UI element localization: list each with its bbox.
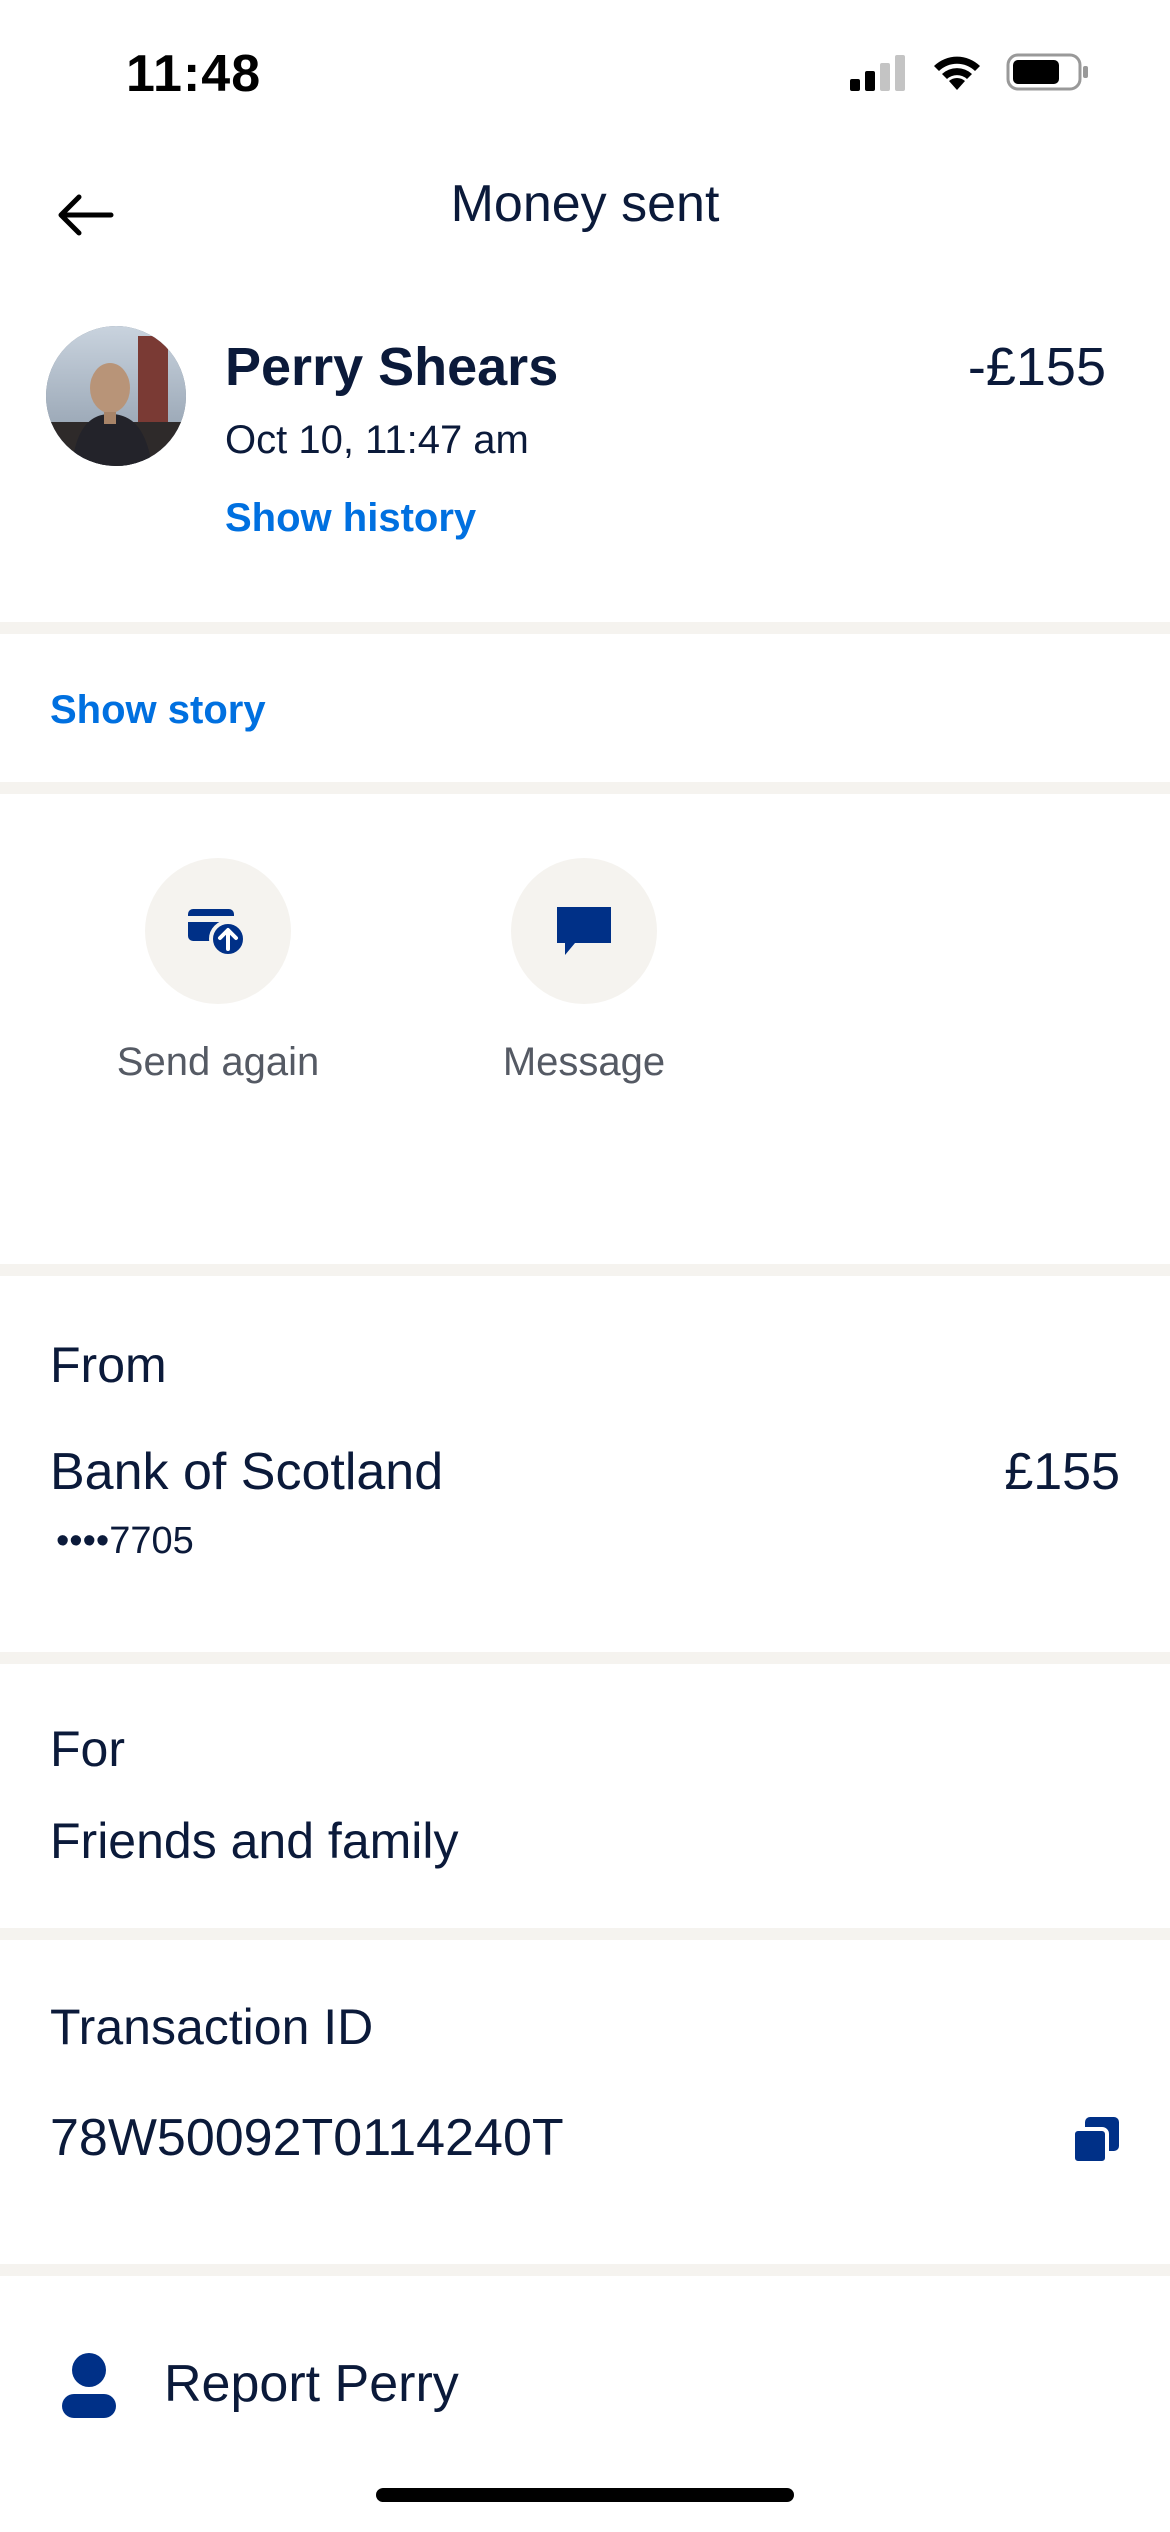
page-title: Money sent [450,175,720,233]
divider [0,1652,1170,1664]
cellular-signal-icon [848,53,908,96]
copy-icon [1071,2117,1119,2165]
transaction-id-label: Transaction ID [50,1999,374,2055]
transaction-date: Oct 10, 11:47 am [225,418,529,462]
header: Money sent [0,150,1170,270]
show-story-link[interactable]: Show story [50,688,266,733]
for-label: For [50,1721,125,1777]
send-again-icon [188,909,247,958]
purpose-value: Friends and family [50,1813,459,1869]
status-icons [848,52,1090,97]
status-bar: 11:48 [0,0,1170,150]
money-sent-screen: 11:48 Money sent Perry Shears -£155 Oct … [0,0,1170,2532]
account-number-mask: ••••7705 [56,1520,194,1562]
report-contact-button[interactable]: Report Perry [0,2330,1170,2440]
divider [0,2264,1170,2276]
from-amount: £155 [1004,1443,1120,1501]
message-circle [511,858,657,1004]
divider [0,782,1170,794]
wifi-icon [930,52,984,97]
person-icon [62,2353,116,2418]
contact-name: Perry Shears [225,337,559,397]
from-label: From [50,1337,167,1393]
divider [0,1928,1170,1940]
message-icon [557,907,611,955]
message-button[interactable]: Message [454,858,714,1085]
divider [0,622,1170,634]
transaction-id-value: 78W50092T0114240T [50,2109,564,2167]
copy-transaction-id-button[interactable] [1064,2108,1128,2172]
home-indicator[interactable] [376,2488,794,2502]
battery-icon [1006,52,1090,97]
divider [0,1264,1170,1276]
send-again-label: Send again [116,1040,320,1084]
report-label: Report Perry [164,2355,459,2413]
status-time: 11:48 [126,45,262,103]
message-label: Message [502,1040,666,1084]
show-history-link[interactable]: Show history [225,496,476,541]
avatar[interactable] [46,326,186,466]
transaction-amount: -£155 [967,337,1106,397]
bank-name: Bank of Scotland [50,1443,444,1501]
send-again-circle [145,858,291,1004]
send-again-button[interactable]: Send again [88,858,348,1085]
transaction-summary: Perry Shears -£155 Oct 10, 11:47 am Show… [0,300,1170,620]
